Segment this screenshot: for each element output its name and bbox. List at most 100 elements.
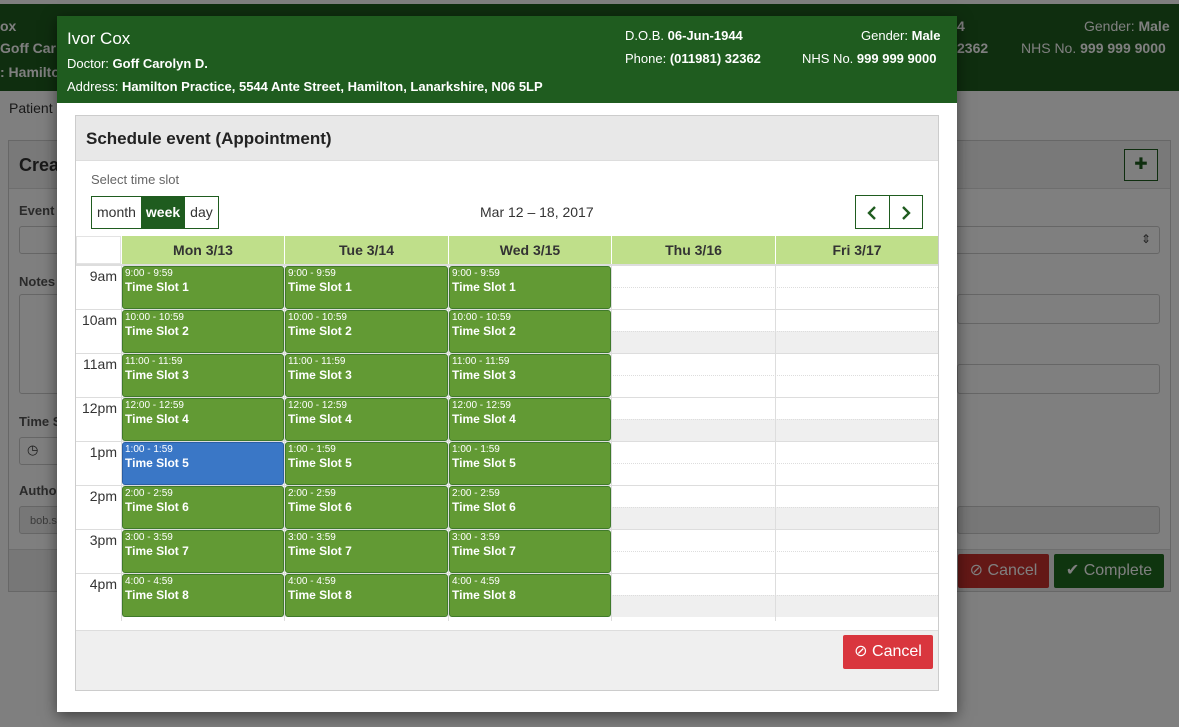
time-slot-time: 1:00 - 1:59 — [452, 444, 500, 455]
address-value: Hamilton Practice, 5544 Ante Street, Ham… — [121, 79, 543, 94]
gender-value: Male — [911, 28, 941, 43]
time-slot-time: 3:00 - 3:59 — [452, 532, 500, 543]
day-header-fri: Fri 3/17 — [775, 236, 938, 264]
doctor-name: Goff Carolyn D. — [112, 56, 208, 71]
time-slot-title: Time Slot 8 — [125, 588, 189, 602]
doctor-line: Doctor: Goff Carolyn D. — [67, 56, 208, 71]
time-slot-time: 10:00 - 10:59 — [288, 312, 347, 323]
time-axis-header — [76, 236, 121, 264]
time-slot-selected[interactable]: 1:00 - 1:59 Time Slot 5 — [122, 442, 284, 485]
hour-label: 9am — [89, 268, 117, 284]
time-slot[interactable]: 3:00 - 3:59 Time Slot 7 — [285, 530, 448, 573]
time-slot-time: 12:00 - 12:59 — [125, 400, 184, 411]
time-slot-time: 9:00 - 9:59 — [452, 268, 500, 279]
time-slot-time: 4:00 - 4:59 — [125, 576, 173, 587]
time-slot[interactable]: 12:00 - 12:59 Time Slot 4 — [122, 398, 284, 441]
time-slot[interactable]: 4:00 - 4:59 Time Slot 8 — [285, 574, 448, 617]
time-slot[interactable]: 2:00 - 2:59 Time Slot 6 — [122, 486, 284, 529]
day-column[interactable] — [611, 265, 775, 621]
time-slot[interactable]: 9:00 - 9:59 Time Slot 1 — [285, 266, 448, 309]
view-day-button[interactable]: day — [185, 197, 218, 228]
time-slot[interactable]: 3:00 - 3:59 Time Slot 7 — [122, 530, 284, 573]
week-navigation — [855, 195, 923, 229]
patient-name: Ivor Cox — [67, 29, 131, 48]
time-slot-title: Time Slot 4 — [452, 412, 516, 426]
time-slot-title: Time Slot 1 — [125, 280, 189, 294]
time-slot[interactable]: 1:00 - 1:59 Time Slot 5 — [285, 442, 448, 485]
hour-label: 1pm — [89, 444, 117, 460]
time-slot-time: 10:00 - 10:59 — [125, 312, 184, 323]
chevron-right-icon[interactable] — [888, 196, 923, 228]
calendar-grid: 9am 10am 11am 12pm 1pm 2pm 3pm 4pm 9:00 - 9:59 Ti… — [76, 264, 938, 621]
time-slot-title: Time Slot 6 — [288, 500, 352, 514]
time-slot-title: Time Slot 4 — [125, 412, 189, 426]
nhs-line: NHS No. 999 999 9000 — [802, 51, 937, 66]
time-slot-title: Time Slot 7 — [125, 544, 189, 558]
time-slot-time: 2:00 - 2:59 — [125, 488, 173, 499]
time-slot[interactable]: 9:00 - 9:59 Time Slot 1 — [122, 266, 284, 309]
time-slot-title: Time Slot 3 — [452, 368, 516, 382]
time-slot-time: 11:00 - 11:59 — [288, 356, 346, 367]
hour-label: 2pm — [89, 488, 117, 504]
schedule-header: Schedule event (Appointment) — [76, 116, 938, 161]
day-header-wed: Wed 3/15 — [448, 236, 611, 264]
time-slot[interactable]: 11:00 - 11:59 Time Slot 3 — [449, 354, 611, 397]
time-slot[interactable]: 9:00 - 9:59 Time Slot 1 — [449, 266, 611, 309]
time-slot-title: Time Slot 1 — [452, 280, 516, 294]
time-slot-title: Time Slot 1 — [288, 280, 352, 294]
hour-label: 4pm — [89, 576, 117, 592]
time-slot-time: 4:00 - 4:59 — [452, 576, 500, 587]
time-slot[interactable]: 2:00 - 2:59 Time Slot 6 — [449, 486, 611, 529]
time-slot-time: 9:00 - 9:59 — [125, 268, 173, 279]
time-slot-time: 2:00 - 2:59 — [452, 488, 500, 499]
view-switcher: month week day — [91, 196, 219, 229]
gender-line: Gender: Male — [861, 28, 941, 43]
hour-label: 3pm — [89, 532, 117, 548]
dob-line: D.O.B. 06-Jun-1944 — [625, 28, 743, 43]
week-calendar: Mon 3/13 Tue 3/14 Wed 3/15 Thu 3/16 Fri … — [76, 236, 938, 621]
select-time-slot-label: Select time slot — [91, 172, 180, 187]
day-header-mon: Mon 3/13 — [121, 236, 284, 264]
view-month-button[interactable]: month — [92, 197, 141, 228]
time-slot-title: Time Slot 8 — [452, 588, 516, 602]
time-slot-time: 2:00 - 2:59 — [288, 488, 336, 499]
chevron-left-icon[interactable] — [856, 196, 889, 228]
time-slot[interactable]: 3:00 - 3:59 Time Slot 7 — [449, 530, 611, 573]
time-slot[interactable]: 12:00 - 12:59 Time Slot 4 — [285, 398, 448, 441]
time-slot-title: Time Slot 5 — [452, 456, 516, 470]
time-slot-time: 3:00 - 3:59 — [125, 532, 173, 543]
time-slot[interactable]: 4:00 - 4:59 Time Slot 8 — [122, 574, 284, 617]
time-slot-title: Time Slot 4 — [288, 412, 352, 426]
date-range: Mar 12 – 18, 2017 — [480, 204, 594, 220]
time-slot[interactable]: 1:00 - 1:59 Time Slot 5 — [449, 442, 611, 485]
time-slot-time: 10:00 - 10:59 — [452, 312, 511, 323]
time-slot[interactable]: 4:00 - 4:59 Time Slot 8 — [449, 574, 611, 617]
calendar-day-headers: Mon 3/13 Tue 3/14 Wed 3/15 Thu 3/16 Fri … — [76, 236, 938, 264]
day-column[interactable] — [775, 265, 938, 621]
time-slot-time: 1:00 - 1:59 — [288, 444, 336, 455]
time-slot[interactable]: 10:00 - 10:59 Time Slot 2 — [122, 310, 284, 353]
time-slot-time: 11:00 - 11:59 — [452, 356, 510, 367]
time-slot[interactable]: 11:00 - 11:59 Time Slot 3 — [285, 354, 448, 397]
schedule-title: Schedule event (Appointment) — [86, 129, 332, 148]
time-slot[interactable]: 10:00 - 10:59 Time Slot 2 — [449, 310, 611, 353]
time-slot[interactable]: 10:00 - 10:59 Time Slot 2 — [285, 310, 448, 353]
view-week-button[interactable]: week — [140, 197, 186, 228]
phone-value: (011981) 32362 — [669, 51, 761, 66]
cancel-button[interactable]: ⊘ Cancel — [843, 635, 933, 669]
time-slot-title: Time Slot 3 — [125, 368, 189, 382]
time-slot-time: 4:00 - 4:59 — [288, 576, 336, 587]
time-slot-time: 9:00 - 9:59 — [288, 268, 336, 279]
time-slot-title: Time Slot 6 — [125, 500, 189, 514]
time-slot-title: Time Slot 8 — [288, 588, 352, 602]
schedule-modal: Ivor Cox Doctor: Goff Carolyn D. Address… — [57, 16, 957, 712]
time-slot-title: Time Slot 2 — [125, 324, 189, 338]
time-slot-title: Time Slot 2 — [452, 324, 516, 338]
time-slot[interactable]: 11:00 - 11:59 Time Slot 3 — [122, 354, 284, 397]
time-slot-title: Time Slot 5 — [125, 456, 189, 470]
time-slot[interactable]: 12:00 - 12:59 Time Slot 4 — [449, 398, 611, 441]
time-slot-time: 11:00 - 11:59 — [125, 356, 183, 367]
time-slot-time: 3:00 - 3:59 — [288, 532, 336, 543]
time-slot[interactable]: 2:00 - 2:59 Time Slot 6 — [285, 486, 448, 529]
address-line: Address: Hamilton Practice, 5544 Ante St… — [67, 79, 543, 94]
